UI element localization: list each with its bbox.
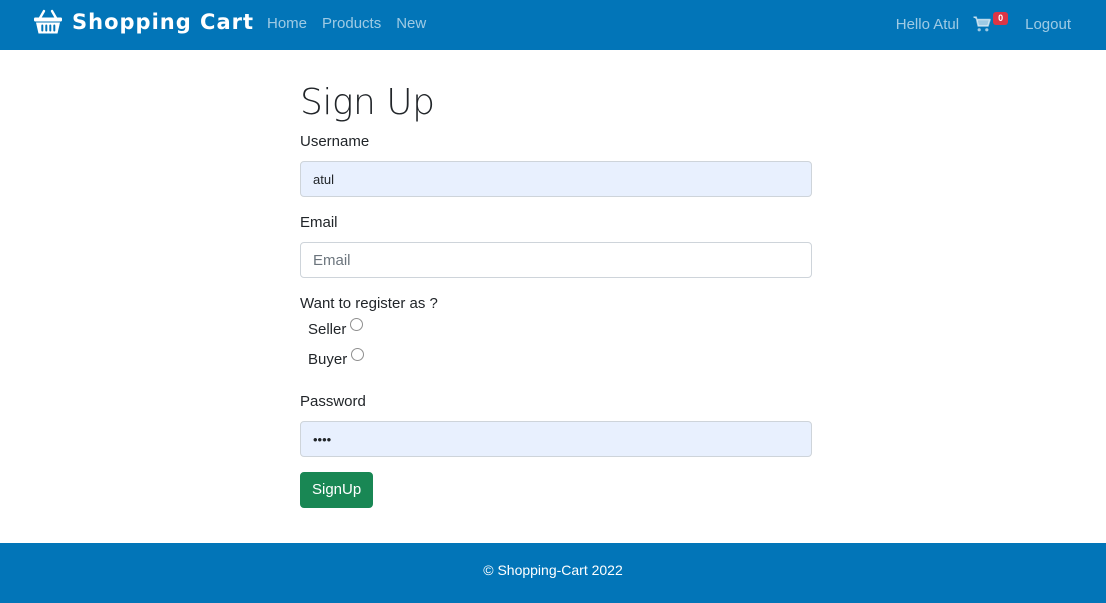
seller-option[interactable]: Seller [308,318,812,348]
seller-radio[interactable] [350,318,364,331]
shopping-basket-icon [34,9,62,34]
username-label: Username [300,133,370,150]
cart-link[interactable]: 0 [973,12,1009,36]
nav-links: Home Products New [267,15,441,32]
email-input[interactable] [300,242,812,278]
cart-count-badge: 0 [993,12,1009,25]
seller-label: Seller [308,321,347,338]
nav-right: Hello Atul 0 Logout [896,12,1071,36]
password-label: Password [300,393,366,410]
role-question: Want to register as ? [300,295,438,312]
page-title: Sign Up [300,82,435,123]
signup-button[interactable]: SignUp [300,472,374,508]
signup-form: Sign Up Username Email Want to register … [300,80,812,508]
nav-link-products[interactable]: Products [322,15,381,32]
brand-link[interactable]: Shopping Cart [33,9,254,35]
footer: © Shopping-Cart 2022 [0,543,1106,603]
shopping-cart-icon [973,16,991,32]
buyer-radio[interactable] [351,348,365,361]
email-label: Email [300,214,338,231]
nav-link-new[interactable]: New [396,15,426,32]
password-input[interactable] [300,421,812,457]
copyright-text: © Shopping-Cart 2022 [483,562,623,578]
brand-name: Shopping Cart [72,10,255,34]
user-greeting: Hello Atul [895,15,960,33]
nav-link-home[interactable]: Home [267,15,307,32]
navbar: Shopping Cart Home Products New Hello At… [0,0,1106,50]
username-input[interactable] [300,161,812,197]
buyer-option[interactable]: Buyer [308,348,812,378]
logout-link[interactable]: Logout [1025,16,1071,33]
buyer-label: Buyer [308,351,348,368]
